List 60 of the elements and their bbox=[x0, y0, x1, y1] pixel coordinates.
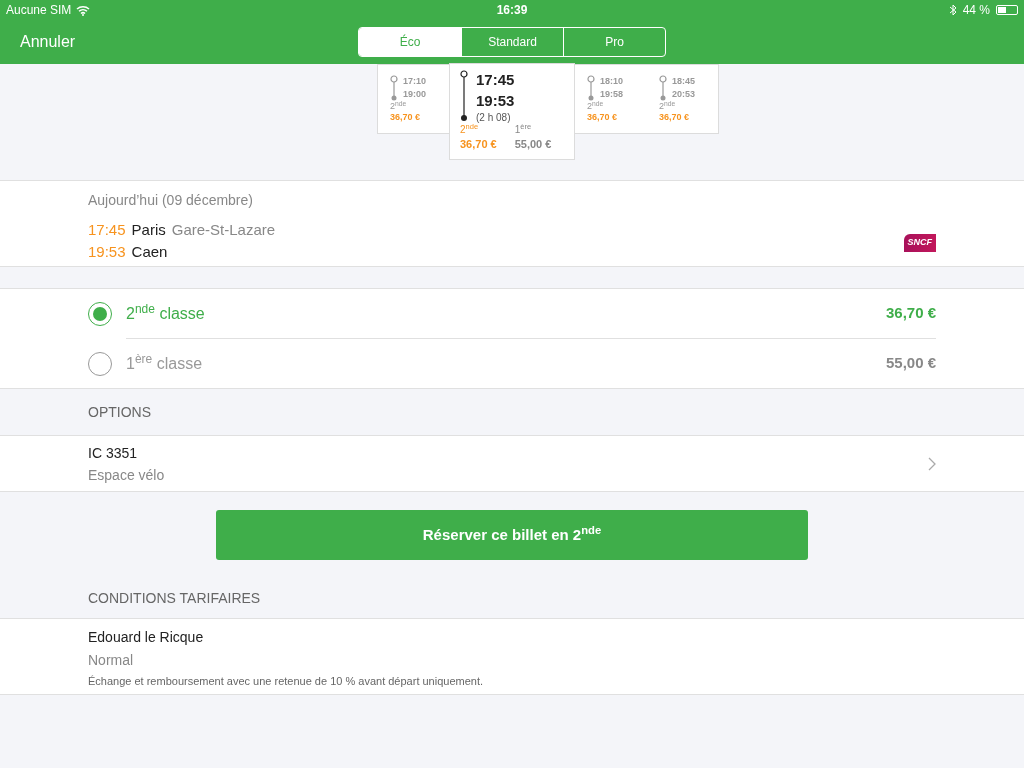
bluetooth-icon bbox=[948, 4, 957, 16]
arrival-time: 20:53 bbox=[672, 88, 696, 101]
class-label: 2$^{nde}$ classe bbox=[126, 301, 205, 324]
route-line-icon bbox=[390, 75, 398, 101]
arrival-time: 19:00 bbox=[403, 88, 427, 101]
fare-conditions: Échange et remboursement avec une retenue de 10 % avant départ uniquement. bbox=[88, 674, 485, 689]
stop-time: 17:45 bbox=[88, 220, 126, 240]
clock: 16:39 bbox=[496, 2, 528, 19]
departure-time: 18:45 bbox=[672, 75, 696, 88]
fare-type: Normal bbox=[88, 651, 135, 670]
journey-date: Aujourd’hui (09 décembre) bbox=[88, 191, 254, 210]
stop-time: 19:53 bbox=[88, 242, 126, 262]
stop-city: Caen bbox=[131, 242, 168, 262]
fare-class: 2$^{nde}$ bbox=[460, 124, 479, 136]
class-price: 36,70 € bbox=[885, 303, 936, 324]
departure-time: 18:10 bbox=[600, 75, 624, 88]
route-line-icon bbox=[587, 75, 595, 101]
fare-price: 36,70 € bbox=[460, 137, 497, 152]
class-option[interactable]: 1$^{ère}$ classe 55,00 € bbox=[88, 339, 936, 388]
class-price: 55,00 € bbox=[885, 353, 936, 374]
passenger-name: Edouard le Ricque bbox=[88, 628, 205, 647]
fare-tab[interactable]: Éco bbox=[359, 28, 461, 56]
fare-price: 36,70 € bbox=[390, 111, 422, 123]
fare-class: 1$^{ère}$ bbox=[514, 124, 533, 136]
fare-class: 2$^{nde}$ bbox=[390, 101, 408, 111]
fare-price: 36,70 € bbox=[587, 111, 619, 123]
train-card[interactable]: 17:10 19:00 2$^{nde}$ 36,70 € bbox=[377, 64, 449, 134]
section-header: CONDITIONS TARIFAIRES bbox=[88, 588, 261, 608]
carrier-label: Aucune SIM bbox=[6, 2, 72, 19]
arrival-time: 19:53 bbox=[476, 91, 515, 111]
cancel-button[interactable]: Annuler bbox=[20, 30, 76, 54]
departure-time: 17:45 bbox=[476, 70, 515, 90]
departure-time: 17:10 bbox=[403, 75, 427, 88]
route-line-icon bbox=[460, 70, 468, 122]
route-line-icon bbox=[659, 75, 667, 101]
fare-tab[interactable]: Pro bbox=[563, 28, 665, 56]
stop-city: Paris bbox=[131, 220, 166, 240]
option-subtitle: Espace vélo bbox=[88, 465, 165, 485]
train-card[interactable]: 17:45 19:53 (2 h 08) 2$^{nde}$ 36,70 € 1$^{ère}$ 55,00 € bbox=[449, 63, 575, 160]
arrival-time: 19:58 bbox=[600, 88, 624, 101]
option-title: IC 3351 bbox=[88, 443, 139, 463]
option-row[interactable]: IC 3351 Espace vélo bbox=[0, 435, 1024, 492]
stop-station: Gare-St-Lazare bbox=[171, 220, 276, 240]
fare-price: 36,70 € bbox=[659, 111, 691, 123]
fare-price: 55,00 € bbox=[514, 137, 552, 152]
class-option[interactable]: 2$^{nde}$ classe 36,70 € bbox=[88, 289, 936, 338]
wifi-icon bbox=[76, 4, 91, 16]
duration: (2 h 08) bbox=[476, 112, 512, 123]
train-card[interactable]: 18:45 20:53 2$^{nde}$ 36,70 € bbox=[647, 64, 719, 134]
book-button[interactable]: Réserver ce billet en 2$^{nde}$ bbox=[216, 510, 808, 560]
chevron-right-icon bbox=[928, 456, 936, 471]
fare-class: 2$^{nde}$ bbox=[659, 101, 677, 111]
section-header: OPTIONS bbox=[88, 402, 151, 422]
operator-logo: SNCF bbox=[903, 234, 936, 252]
battery-percent: 44 % bbox=[962, 2, 990, 19]
class-label: 1$^{ère}$ classe bbox=[126, 351, 203, 374]
fare-tab[interactable]: Standard bbox=[461, 28, 563, 56]
train-card[interactable]: 18:10 19:58 2$^{nde}$ 36,70 € bbox=[575, 64, 647, 134]
battery-icon bbox=[996, 5, 1018, 15]
fare-class: 2$^{nde}$ bbox=[587, 101, 605, 111]
